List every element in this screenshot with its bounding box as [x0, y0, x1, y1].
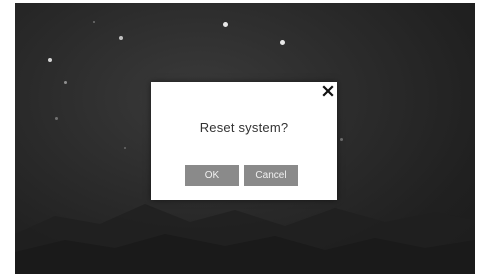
cancel-button[interactable]: Cancel — [244, 165, 298, 186]
star-decoration — [280, 40, 285, 45]
star-decoration — [64, 81, 67, 84]
star-decoration — [55, 117, 58, 120]
star-decoration — [93, 21, 95, 23]
star-decoration — [124, 147, 126, 149]
star-decoration — [48, 58, 52, 62]
close-icon[interactable] — [321, 84, 335, 98]
star-decoration — [223, 22, 228, 27]
dialog-message: Reset system? — [199, 120, 289, 135]
desktop-background: Reset system? OK Cancel — [15, 3, 475, 274]
star-decoration — [340, 138, 343, 141]
ok-button[interactable]: OK — [185, 165, 239, 186]
reset-dialog: Reset system? OK Cancel — [151, 82, 337, 200]
star-decoration — [119, 36, 123, 40]
